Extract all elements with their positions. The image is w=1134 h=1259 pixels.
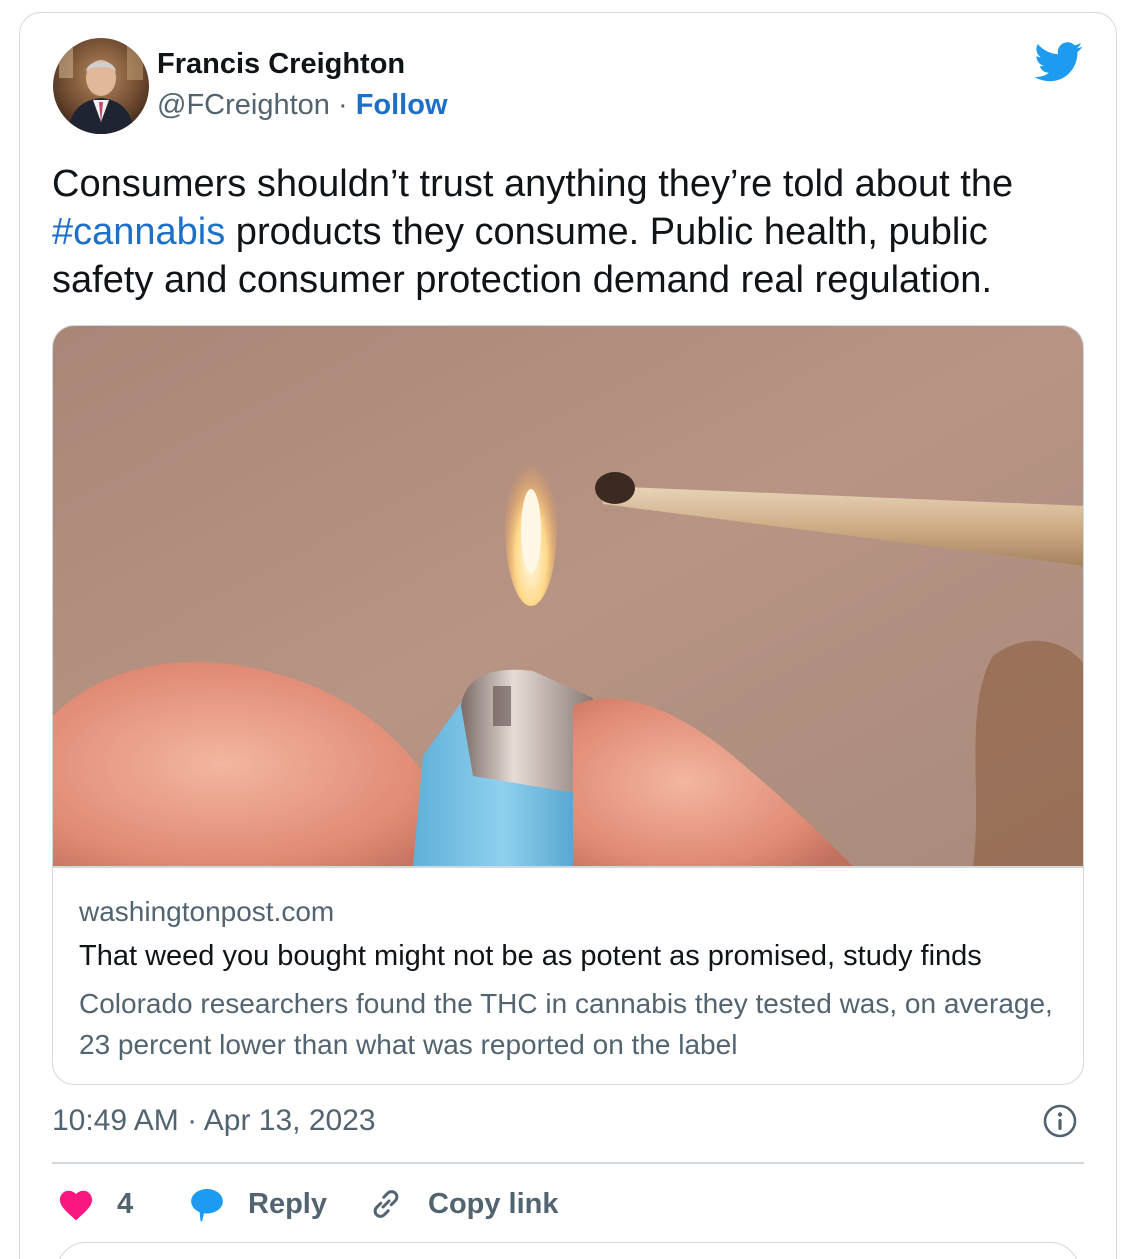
heart-icon <box>59 1190 93 1221</box>
tweet-text-part-1: Consumers shouldn’t trust anything they’… <box>52 163 1014 205</box>
hashtag-link[interactable]: #cannabis <box>52 211 225 253</box>
link-card-divider <box>53 866 1083 868</box>
info-icon[interactable] <box>1043 1104 1077 1138</box>
like-count: 4 <box>117 1187 134 1220</box>
author-name[interactable]: Francis Creighton <box>157 48 405 81</box>
link-title: That weed you bought might not be as pot… <box>79 940 982 972</box>
copy-link-label: Copy link <box>428 1187 559 1220</box>
actions-divider <box>52 1162 1084 1164</box>
link-domain: washingtonpost.com <box>79 896 335 927</box>
author-handle[interactable]: @FCreighton <box>157 89 330 121</box>
follow-button[interactable]: Follow <box>356 89 448 121</box>
reply-label: Reply <box>248 1187 327 1220</box>
read-replies-button[interactable] <box>56 1242 1080 1259</box>
author-handle-row: @FCreighton · Follow <box>157 89 448 122</box>
like-button[interactable]: 4 <box>57 1182 133 1226</box>
tweet-timestamp[interactable]: 10:49 AM · Apr 13, 2023 <box>52 1104 376 1138</box>
article-image <box>53 326 1083 866</box>
link-description: Colorado researchers found the THC in ca… <box>79 988 1053 1060</box>
avatar[interactable] <box>53 38 149 134</box>
handle-separator: · <box>329 89 356 121</box>
reply-button[interactable]: Reply <box>188 1182 327 1226</box>
link-preview-card[interactable]: washingtonpost.com That weed you bought … <box>52 325 1084 1085</box>
speech-bubble-icon <box>191 1188 223 1222</box>
copy-link-button[interactable]: Copy link <box>368 1182 559 1226</box>
twitter-bird-icon[interactable] <box>1035 42 1083 82</box>
link-icon <box>373 1190 399 1218</box>
tweet-text: Consumers shouldn’t trust anything they’… <box>52 160 1092 304</box>
